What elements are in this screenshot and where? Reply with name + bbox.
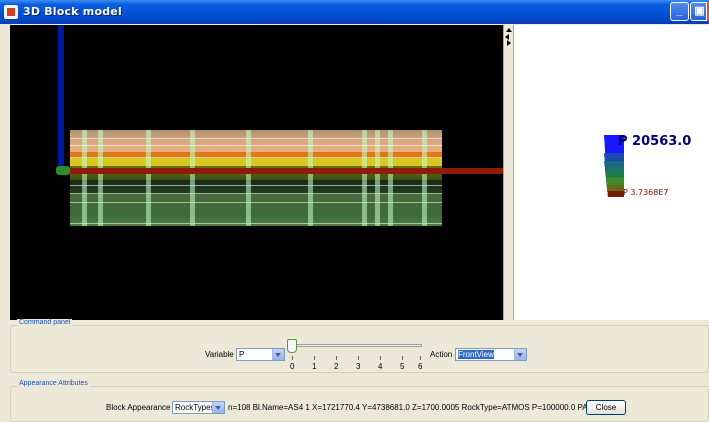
chevron-down-icon[interactable] (272, 349, 284, 360)
slider-tick (336, 356, 337, 360)
slider-tick (402, 356, 403, 360)
action-select-value: FrontView (458, 350, 494, 359)
layer-tan (70, 130, 442, 152)
variable-label: Variable (205, 350, 234, 359)
chevron-down-icon[interactable] (514, 349, 526, 360)
slider-thumb[interactable] (287, 339, 297, 353)
collapse-up-icon[interactable] (506, 28, 512, 32)
x-axis (58, 168, 503, 174)
slider-tick-label: 5 (400, 362, 405, 371)
layer-green (70, 194, 442, 226)
legend-min-label: P 3.7368E7 (623, 188, 669, 197)
legend-panel: P 20563.0 P 3.7368E7 (514, 25, 709, 320)
title-bar[interactable]: 3D Block model _ ▣ (0, 0, 709, 24)
block-model-window: 3D Block model _ ▣ P 20563.0 P 3.7368E7 … (0, 0, 709, 422)
slider-tick-label: 2 (334, 362, 339, 371)
block-column (246, 130, 251, 226)
split-pane-divider[interactable] (503, 25, 514, 320)
block-info-text: n=108 Bl.Name=AS4 1 X=1721770.4 Y=473868… (228, 403, 588, 412)
grid-line (70, 202, 442, 203)
slider-tick-label: 3 (356, 362, 361, 371)
layer-yellow (70, 158, 442, 166)
origin-marker (56, 166, 70, 175)
grid-line (70, 193, 442, 194)
layer-dark-green (70, 180, 442, 194)
block-column (98, 130, 103, 226)
block-appearance-select[interactable]: RockTypes (172, 401, 225, 414)
java-app-icon (4, 5, 18, 19)
block-column (362, 130, 367, 226)
minimize-button[interactable]: _ (670, 2, 689, 21)
block-column (82, 130, 87, 226)
grid-line (70, 157, 442, 158)
block-appearance-label: Block Appearance (106, 403, 171, 412)
block-column (375, 130, 380, 226)
3d-viewport[interactable] (10, 25, 503, 320)
collapse-right-icon[interactable] (507, 40, 511, 46)
slider-tick (380, 356, 381, 360)
slider-tick (420, 356, 421, 360)
appearance-panel-title: Appearance Attributes (17, 380, 90, 387)
slider-tick-label: 0 (290, 362, 295, 371)
slider-track[interactable] (290, 344, 422, 347)
slider-tick-label: 4 (378, 362, 383, 371)
slider-tick-label: 1 (312, 362, 317, 371)
grid-line (70, 185, 442, 186)
z-axis (58, 25, 64, 175)
block-column (308, 130, 313, 226)
variable-select[interactable]: P (236, 348, 285, 361)
legend-max-label: P 20563.0 (618, 134, 692, 149)
block-column (146, 130, 151, 226)
action-label: Action (430, 350, 453, 359)
block-model (70, 130, 442, 226)
slider-tick (358, 356, 359, 360)
chevron-down-icon[interactable] (212, 402, 224, 413)
block-column (422, 130, 427, 226)
block-column (388, 130, 393, 226)
grid-line (70, 138, 442, 139)
slider-tick (292, 356, 293, 360)
window-title: 3D Block model (23, 5, 122, 18)
command-panel-title: Command panel (17, 319, 73, 326)
grid-line (70, 223, 442, 224)
action-select[interactable]: FrontView (455, 348, 527, 361)
block-appearance-value: RockTypes (175, 403, 215, 412)
variable-select-value: P (239, 350, 245, 359)
slider-tick-label: 6 (418, 362, 423, 371)
slider-tick (314, 356, 315, 360)
grid-line (70, 145, 442, 146)
close-button[interactable]: Close (586, 400, 626, 415)
block-column (190, 130, 195, 226)
